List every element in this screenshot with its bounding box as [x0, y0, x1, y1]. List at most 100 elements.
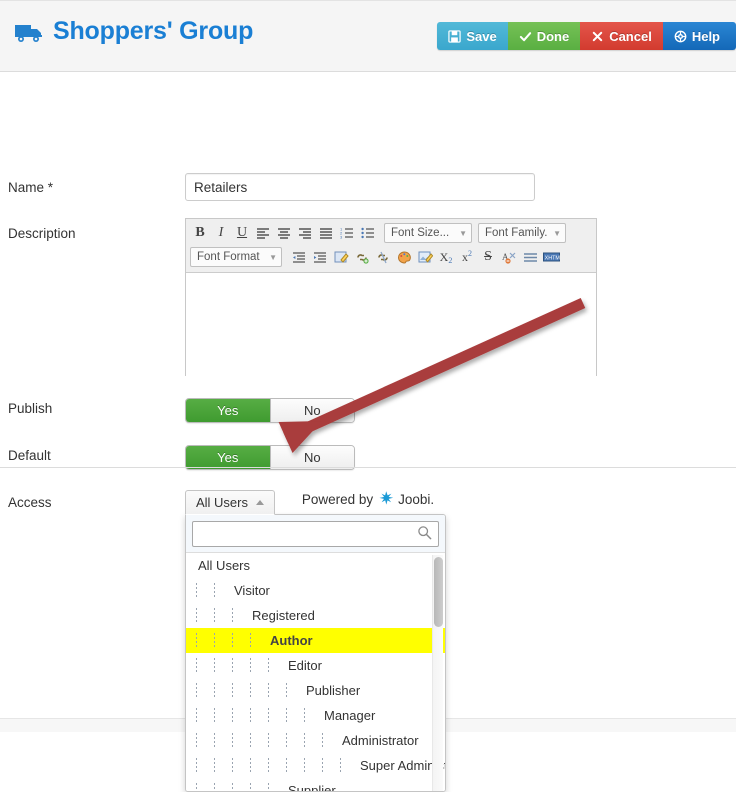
dropdown-list[interactable]: All Users Visitor Registered Author Editor Pu… — [186, 553, 445, 792]
font-family-select[interactable]: Font Family. ▼ — [478, 223, 566, 243]
indent-guides — [194, 583, 230, 599]
font-size-select-label: Font Size... — [391, 227, 449, 239]
cancel-button[interactable]: Cancel — [580, 22, 663, 50]
dropdown-item[interactable]: Author — [186, 628, 445, 653]
dropdown-item-label: All Users — [198, 558, 250, 573]
remove-format-icon[interactable]: A — [499, 247, 519, 267]
publish-toggle[interactable]: Yes No — [185, 398, 355, 423]
editor-body[interactable] — [186, 273, 596, 385]
dropdown-item[interactable]: Manager — [186, 703, 445, 728]
dropdown-search-box[interactable] — [192, 521, 439, 547]
unlink-icon[interactable] — [373, 247, 393, 267]
default-label: Default — [8, 448, 51, 463]
magnifier-icon — [417, 525, 432, 543]
superscript-icon[interactable]: x2 — [457, 247, 477, 267]
page-title: Shoppers' Group — [53, 19, 253, 44]
dropdown-item-label: Administrator — [342, 733, 419, 748]
floppy-disk-icon — [448, 30, 461, 43]
description-label: Description — [8, 226, 76, 241]
done-button[interactable]: Done — [508, 22, 581, 50]
dropdown-item-label: Visitor — [234, 583, 270, 598]
unordered-list-icon[interactable] — [358, 223, 378, 243]
delivery-truck-icon — [14, 21, 44, 43]
dropdown-scrollbar[interactable] — [432, 555, 443, 792]
indent-guides — [194, 708, 320, 724]
default-toggle-no[interactable]: No — [270, 446, 355, 469]
publish-toggle-yes[interactable]: Yes — [186, 399, 270, 422]
help-button[interactable]: Help — [663, 22, 736, 50]
dropdown-item[interactable]: Editor — [186, 653, 445, 678]
footer-text: Powered by — [302, 492, 373, 507]
dropdown-item[interactable]: All Users — [186, 553, 445, 578]
indent-guides — [194, 758, 356, 774]
content-divider — [0, 467, 736, 468]
dropdown-scrollbar-thumb[interactable] — [434, 557, 443, 627]
dropdown-item-label: Editor — [288, 658, 322, 673]
align-right-icon[interactable] — [295, 223, 315, 243]
source-code-icon[interactable]: XHTML — [541, 247, 561, 267]
name-input[interactable] — [185, 173, 535, 201]
font-format-select[interactable]: Font Format ▼ — [190, 247, 282, 267]
dropdown-item[interactable]: Super Administrato — [186, 753, 445, 778]
indent-guides — [194, 658, 284, 674]
form: Name * Description B I U — [0, 72, 736, 80]
editor-toolbar-row-2: Font Format ▼ — [190, 246, 592, 268]
dropdown-search-wrap — [186, 515, 445, 553]
indent-guides — [194, 733, 338, 749]
align-justify-icon[interactable] — [316, 223, 336, 243]
image-icon[interactable] — [415, 247, 435, 267]
text-color-icon[interactable] — [394, 247, 414, 267]
cancel-button-label: Cancel — [609, 29, 652, 44]
insert-link-icon[interactable] — [352, 247, 372, 267]
font-family-select-label: Font Family. — [485, 227, 547, 239]
font-format-select-label: Font Format — [197, 251, 260, 263]
outdent-icon[interactable] — [289, 247, 309, 267]
align-left-icon[interactable] — [253, 223, 273, 243]
lifebuoy-icon — [674, 30, 687, 43]
edit-html-icon[interactable] — [331, 247, 351, 267]
editor-toolbar-row-1: B I U — [190, 222, 592, 244]
dropdown-item[interactable]: Publisher — [186, 678, 445, 703]
toolbar: Save Done Cancel — [437, 22, 736, 50]
dropdown-item[interactable]: Supplier — [186, 778, 445, 792]
indent-icon[interactable] — [310, 247, 330, 267]
dropdown-item[interactable]: Visitor — [186, 578, 445, 603]
subscript-icon[interactable]: X2 — [436, 247, 456, 267]
publish-label: Publish — [8, 401, 52, 416]
indent-guides — [194, 783, 284, 792]
horizontal-rule-icon[interactable] — [520, 247, 540, 267]
rich-text-editor: B I U — [185, 218, 597, 376]
dropdown-item-label: Author — [270, 633, 313, 648]
dropdown-item-label: Supplier — [288, 783, 336, 792]
access-dropdown-trigger[interactable]: All Users — [185, 490, 275, 515]
title-wrap: Shoppers' Group — [14, 19, 253, 44]
italic-icon[interactable]: I — [211, 223, 231, 243]
indent-guides — [194, 633, 266, 649]
dropdown-item-label: Manager — [324, 708, 375, 723]
underline-icon[interactable]: U — [232, 223, 252, 243]
publish-toggle-no[interactable]: No — [270, 399, 355, 422]
chevron-up-icon — [256, 500, 264, 505]
save-button[interactable]: Save — [437, 22, 507, 50]
name-label: Name * — [8, 180, 53, 195]
x-icon — [591, 30, 604, 43]
footer: Powered by Joobi. — [0, 490, 736, 509]
chevron-down-icon: ▼ — [553, 229, 561, 238]
save-button-label: Save — [466, 29, 496, 44]
check-icon — [519, 30, 532, 43]
access-dropdown-value: All Users — [196, 495, 248, 510]
dropdown-search-input[interactable] — [193, 522, 417, 546]
align-center-icon[interactable] — [274, 223, 294, 243]
strikethrough-icon[interactable]: S — [478, 247, 498, 267]
indent-guides — [194, 683, 302, 699]
bold-icon[interactable]: B — [190, 223, 210, 243]
joobi-logo-icon — [378, 490, 395, 509]
page-header: Shoppers' Group Save Done — [0, 0, 736, 72]
dropdown-item[interactable]: Registered — [186, 603, 445, 628]
default-toggle-yes[interactable]: Yes — [186, 446, 270, 469]
font-size-select[interactable]: Font Size... ▼ — [384, 223, 472, 243]
ordered-list-icon[interactable]: 123 — [337, 223, 357, 243]
chevron-down-icon: ▼ — [269, 253, 277, 262]
dropdown-item-label: Registered — [252, 608, 315, 623]
svg-text:3: 3 — [340, 234, 343, 239]
